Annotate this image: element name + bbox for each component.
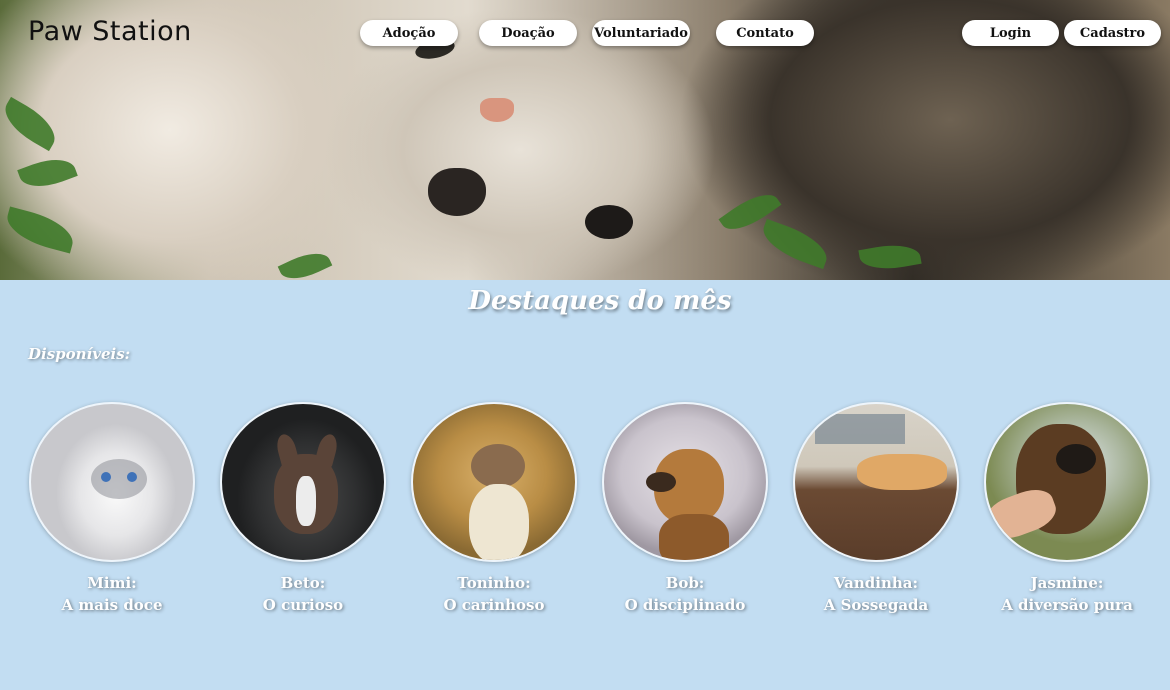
pet-name: Jasmine: [1030,574,1104,592]
pet-tagline: A diversão pura [1001,596,1133,614]
pet-tagline: A Sossegada [823,596,929,614]
pet-name: Toninho: [457,574,531,592]
logo[interactable]: Paw Station [28,16,192,47]
available-label: Disponíveis: [28,345,131,363]
pet-photo-dog[interactable] [220,402,386,562]
nav-voluntariado[interactable]: Voluntariado [592,20,690,46]
nav-contato[interactable]: Contato [716,20,814,46]
pet-card[interactable]: Vandinha: A Sossegada [793,402,959,616]
login-button[interactable]: Login [962,20,1059,46]
pet-photo-cat[interactable] [411,402,577,562]
pet-photo-dog[interactable] [602,402,768,562]
pet-caption: Mimi: A mais doce [9,572,215,616]
pet-tagline: A mais doce [61,596,163,614]
pet-caption: Bob: O disciplinado [582,572,788,616]
nav-adocao[interactable]: Adoção [360,20,458,46]
pet-name: Bob: [665,574,705,592]
pet-caption: Toninho: O carinhoso [391,572,597,616]
pet-tagline: O curioso [262,596,344,614]
pet-photo-dog[interactable] [984,402,1150,562]
pet-photo-cat[interactable] [793,402,959,562]
pet-name: Vandinha: [833,574,919,592]
pet-photo-cat[interactable] [29,402,195,562]
pet-card[interactable]: Mimi: A mais doce [29,402,195,616]
pet-name: Mimi: [87,574,137,592]
pet-card[interactable]: Toninho: O carinhoso [411,402,577,616]
pet-caption: Beto: O curioso [200,572,406,616]
pet-name: Beto: [280,574,326,592]
pet-card[interactable]: Beto: O curioso [220,402,386,616]
signup-button[interactable]: Cadastro [1064,20,1161,46]
pet-caption: Vandinha: A Sossegada [773,572,979,616]
pet-tagline: O disciplinado [624,596,746,614]
pet-caption: Jasmine: A diversão pura [964,572,1170,616]
pet-card[interactable]: Jasmine: A diversão pura [984,402,1150,616]
pet-card[interactable]: Bob: O disciplinado [602,402,768,616]
section-title: Destaques do mês [468,286,732,316]
nav-doacao[interactable]: Doação [479,20,577,46]
pet-tagline: O carinhoso [443,596,545,614]
